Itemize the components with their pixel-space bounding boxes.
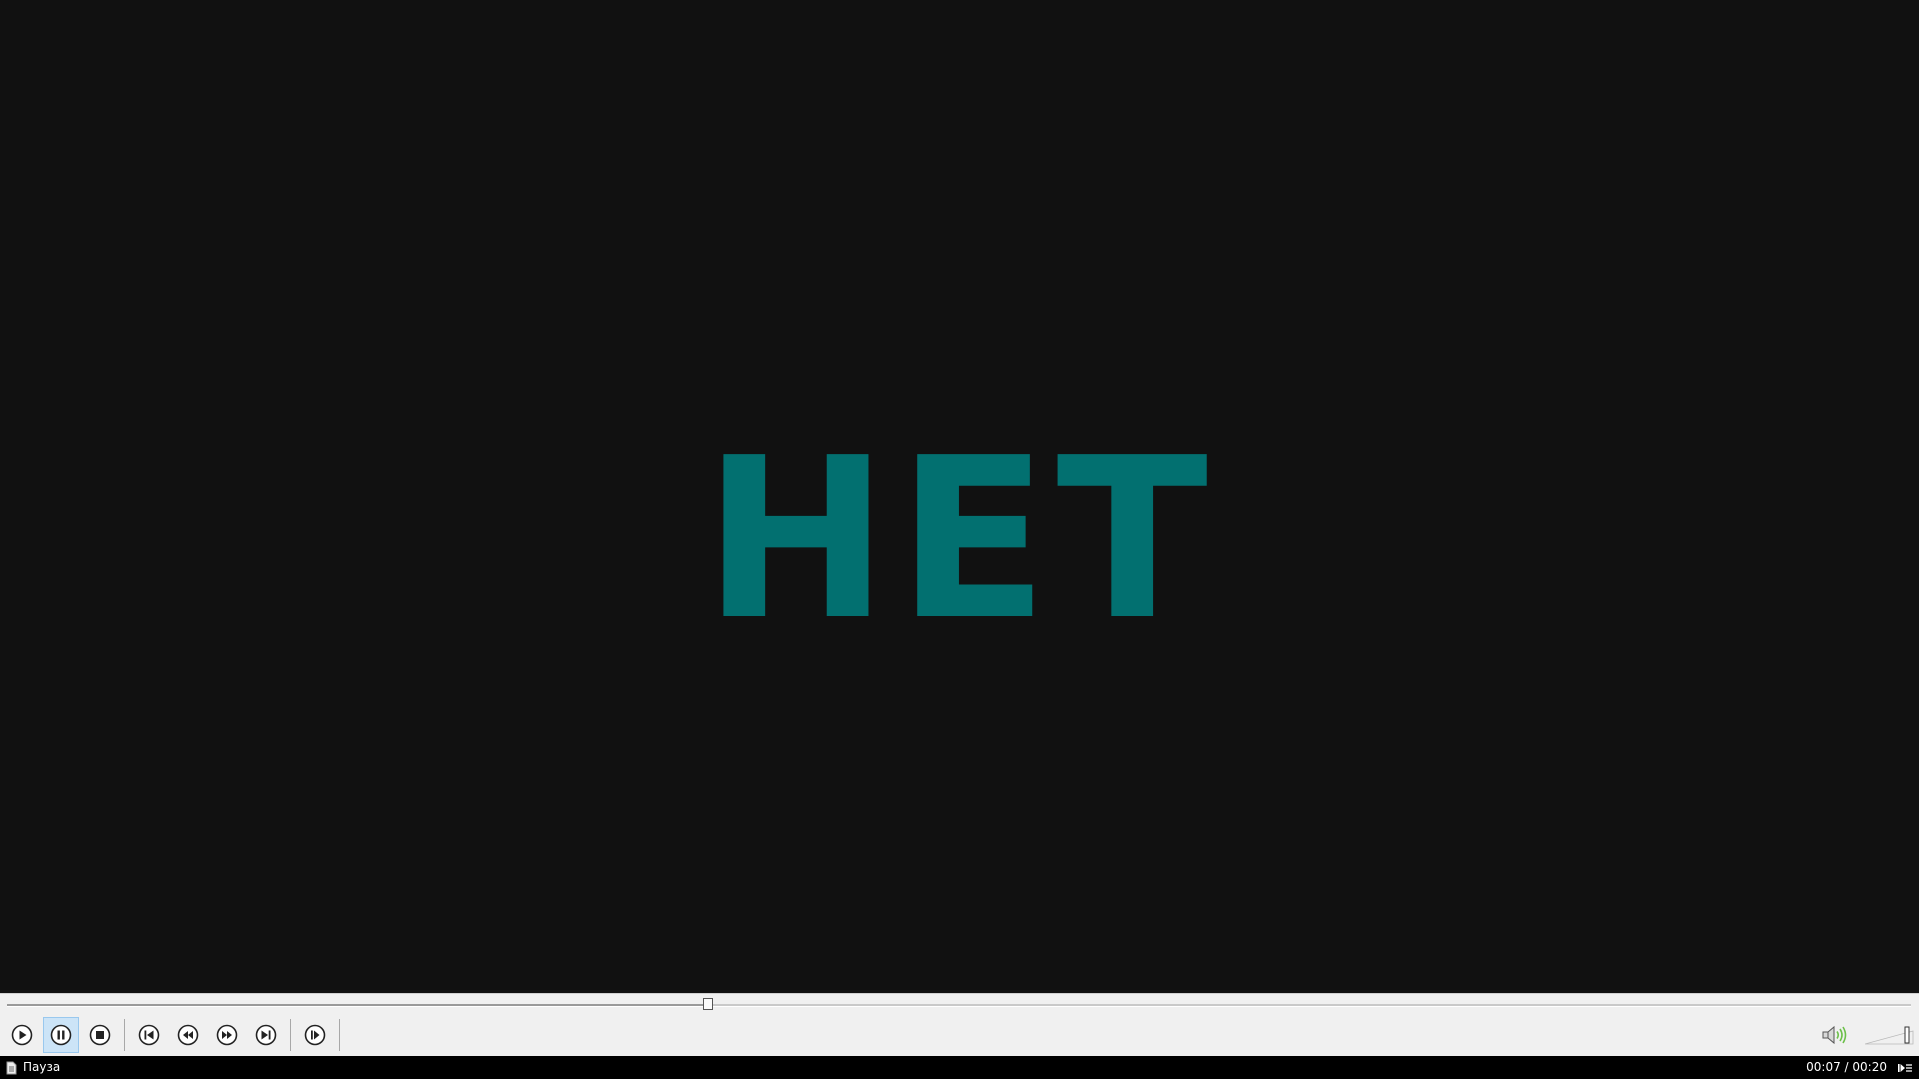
time-display[interactable]: 00:07 / 00:20 (1806, 1056, 1887, 1079)
previous-button[interactable] (131, 1017, 167, 1053)
volume-controls (1816, 1017, 1915, 1053)
frame-step-icon[interactable] (1897, 1062, 1913, 1074)
next-icon (255, 1024, 277, 1046)
seek-handle[interactable] (703, 998, 713, 1010)
video-frame-text: НЕТ (703, 411, 1216, 669)
rewind-icon (177, 1024, 199, 1046)
pause-icon (50, 1024, 72, 1046)
volume-slider[interactable] (1864, 1025, 1915, 1045)
mute-button[interactable] (1816, 1017, 1852, 1053)
fast-forward-icon (216, 1024, 238, 1046)
pause-button[interactable] (43, 1017, 79, 1053)
status-right: 00:07 / 00:20 (1806, 1056, 1913, 1079)
play-icon (11, 1024, 33, 1046)
stop-icon (89, 1024, 111, 1046)
seek-bar[interactable] (7, 998, 1911, 1010)
playback-state: Пауза (23, 1060, 61, 1074)
seek-progress (7, 1004, 708, 1006)
status-bar: Пауза 00:07 / 00:20 (0, 1056, 1919, 1079)
stop-button[interactable] (82, 1017, 118, 1053)
toolbar-separator (339, 1019, 340, 1051)
video-area[interactable]: НЕТ (0, 0, 1919, 993)
control-bar (0, 993, 1919, 1056)
step-forward-button[interactable] (297, 1017, 333, 1053)
volume-level-icon (1864, 1026, 1914, 1045)
speaker-icon (1822, 1025, 1847, 1045)
previous-icon (138, 1024, 160, 1046)
playback-buttons (4, 1017, 346, 1053)
step-forward-icon (304, 1024, 326, 1046)
toolbar-separator (124, 1019, 125, 1051)
toolbar-separator (290, 1019, 291, 1051)
next-button[interactable] (248, 1017, 284, 1053)
status-left: Пауза (6, 1056, 60, 1079)
rewind-button[interactable] (170, 1017, 206, 1053)
document-icon (6, 1061, 17, 1074)
media-player-window: НЕТ Пауза 00:07 / 00:20 (0, 0, 1919, 1079)
play-button[interactable] (4, 1017, 40, 1053)
fast-forward-button[interactable] (209, 1017, 245, 1053)
